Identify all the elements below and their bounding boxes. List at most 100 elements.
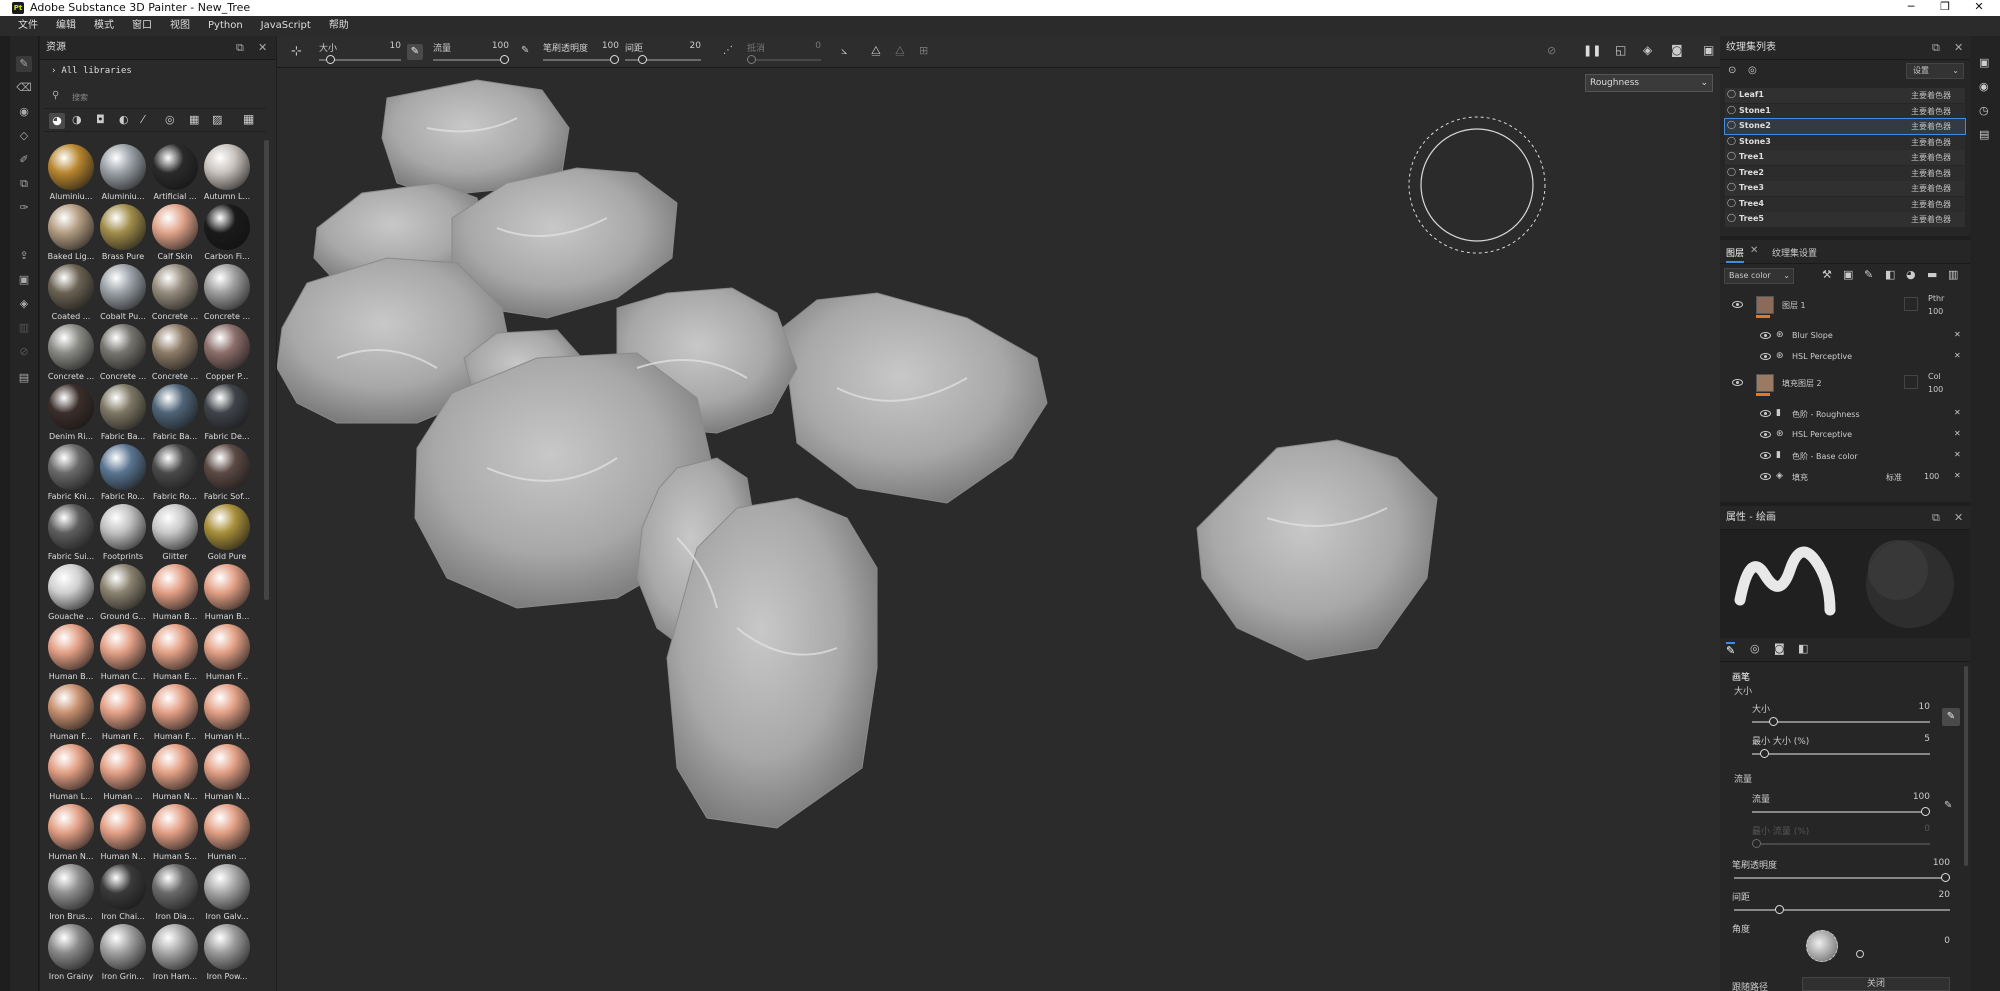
asset-thumbnail[interactable]: Denim Ri... [44,384,98,444]
asset-thumbnail[interactable]: Footprints [96,504,150,564]
smudge-icon[interactable]: ✐ [16,152,32,168]
asset-thumbnail[interactable]: Human N... [148,744,202,804]
asset-thumbnail[interactable]: Iron Ham... [148,924,202,984]
texture-set-row[interactable]: ◯ Tree4 主要着色器 [1725,196,1965,212]
camera-off-icon[interactable]: ⊘ [1547,44,1556,57]
visibility-icon[interactable]: ◯ [1727,105,1736,114]
float-icon[interactable]: ⧉ [1932,36,1940,60]
menu-view[interactable]: 视图 [161,16,199,36]
clone-icon[interactable]: ⧉ [16,176,32,192]
asset-thumbnail[interactable]: Gold Pure [200,504,254,564]
shelf-icon[interactable]: ▤ [16,370,32,386]
toolbar-flow-slider[interactable]: 流量 100 [433,40,509,64]
eye-icon[interactable] [1760,431,1771,438]
menu-window[interactable]: 窗口 [123,16,161,36]
polygon-fill-icon[interactable]: ◇ [16,128,32,144]
asset-thumbnail[interactable]: Iron Dia... [148,864,202,924]
asset-thumbnail[interactable]: Fabric De... [200,384,254,444]
brush-tab-icon[interactable]: ✎ [1726,642,1736,657]
minimize-icon[interactable]: ─ [1896,0,1926,16]
effect-row[interactable]: ▮ 色阶 - Base color ✕ [1720,448,1970,464]
opacity-slider[interactable] [1734,872,1950,884]
eraser-icon[interactable]: ⌫ [16,80,32,96]
effect-row[interactable]: ⊛ HSL Perceptive ✕ [1720,349,1970,365]
asset-thumbnail[interactable]: Human N... [44,804,98,864]
shader-name[interactable]: 主要着色器 [1911,121,1951,132]
asset-thumbnail[interactable]: Human F... [200,624,254,684]
alphas-filter-icon[interactable]: ◎ [165,113,175,126]
angle-value[interactable]: 0 [1910,936,1950,946]
properties-scrollbar[interactable] [1964,666,1968,866]
layer-opacity[interactable]: 100 [1928,385,1943,394]
flow-slider[interactable] [1752,806,1930,818]
close-icon[interactable]: ✕ [1954,450,1961,459]
min-flow-slider-knob[interactable] [1752,839,1761,848]
lazy-mouse-icon[interactable]: ⋰ [723,45,733,56]
eye-icon[interactable] [1760,332,1771,339]
asset-thumbnail[interactable]: Artificial ... [148,144,202,204]
eye-icon[interactable] [1760,353,1771,360]
float-icon[interactable]: ⧉ [236,36,244,60]
shader-name[interactable]: 主要着色器 [1911,183,1951,194]
asset-thumbnail[interactable]: Human B... [148,564,202,624]
display-settings-icon[interactable]: ◈ [16,296,32,312]
layer-blend-mode[interactable]: Col [1928,372,1941,381]
asset-thumbnail[interactable]: Human ... [96,744,150,804]
asset-thumbnail[interactable]: Human E... [148,624,202,684]
pen-pressure-flow-icon[interactable]: ✎ [521,45,529,56]
asset-thumbnail[interactable]: Carbon Fi... [200,204,254,264]
texture-set-row[interactable]: ◯ Tree2 主要着色器 [1725,165,1965,181]
flow-value[interactable]: 100 [1890,792,1930,802]
close-icon[interactable]: ✕ [1954,408,1961,417]
toolbar-opacity-slider[interactable]: 笔刷透明度 100 [543,40,619,64]
visibility-icon[interactable]: ◯ [1727,167,1736,176]
layer-mask-slot[interactable] [1904,375,1918,389]
asset-thumbnail[interactable]: Concrete ... [44,324,98,384]
bake-icon[interactable]: ▣ [16,272,32,288]
restore-icon[interactable]: ❐ [1930,0,1960,16]
asset-thumbnail[interactable]: Copper P... [200,324,254,384]
asset-thumbnail[interactable]: Aluminiu... [44,144,98,204]
color-picker-icon[interactable]: ✑ [16,200,32,216]
asset-thumbnail[interactable]: Iron Chai... [96,864,150,924]
stencil-tab-icon[interactable]: ◙ [1774,642,1785,655]
toolbar-spacing-knob[interactable] [638,55,647,64]
effect-row[interactable]: ⊛ Blur Slope ✕ [1720,328,1970,344]
size-slider[interactable] [1752,716,1930,728]
toolbar-opacity-knob[interactable] [610,55,619,64]
angle-icon[interactable]: ⦣ [841,44,847,58]
search-input[interactable]: ⚲ 搜索 [48,89,266,105]
menu-python[interactable]: Python [199,16,252,36]
asset-thumbnail[interactable]: Human S... [148,804,202,864]
min-flow-value[interactable]: 0 [1890,824,1930,834]
toolbar-spacing-slider[interactable]: 间距 20 [625,40,701,64]
toolbar-size-knob[interactable] [326,55,335,64]
menu-javascript[interactable]: JavaScript [252,16,320,36]
min-size-slider[interactable] [1752,748,1930,760]
pen-pressure-size-icon[interactable]: ✎ [407,44,423,60]
add-effect-icon[interactable]: ⚒ [1822,268,1832,281]
add-fill-layer-icon[interactable]: ◧ [1885,268,1895,281]
size-slider-knob[interactable] [1769,717,1778,726]
menu-file[interactable]: 文件 [0,16,47,36]
materials-filter-icon[interactable]: ◕ [49,113,65,129]
asset-thumbnail[interactable]: Iron Grainy [44,924,98,984]
spacing-slider[interactable] [1734,904,1950,916]
channel-dropdown[interactable]: Roughness ⌄ [1585,74,1713,92]
shader-name[interactable]: 主要着色器 [1911,199,1951,210]
menu-edit[interactable]: 编辑 [47,16,85,36]
close-icon[interactable]: ✕ [1954,330,1961,339]
tab-texture-set-settings[interactable]: 纹理集设置 [1772,246,1817,259]
shader-name[interactable]: 主要着色器 [1911,152,1951,163]
smart-materials-filter-icon[interactable]: ◑ [72,113,82,126]
texture-set-row[interactable]: ◯ Tree3 主要着色器 [1725,181,1965,196]
close-icon[interactable]: ✕ [1964,0,1994,16]
asset-thumbnail[interactable]: Human N... [96,804,150,864]
menu-help[interactable]: 帮助 [320,16,358,36]
visibility-icon[interactable]: ◯ [1727,89,1736,98]
visibility-icon[interactable]: ⊙ [1728,65,1736,76]
shader-name[interactable]: 主要着色器 [1911,168,1951,179]
asset-thumbnail[interactable]: Iron Brus... [44,864,98,924]
add-paint-layer-icon[interactable]: ✎ [1864,268,1873,281]
history-icon[interactable]: ◷ [1979,104,1989,117]
